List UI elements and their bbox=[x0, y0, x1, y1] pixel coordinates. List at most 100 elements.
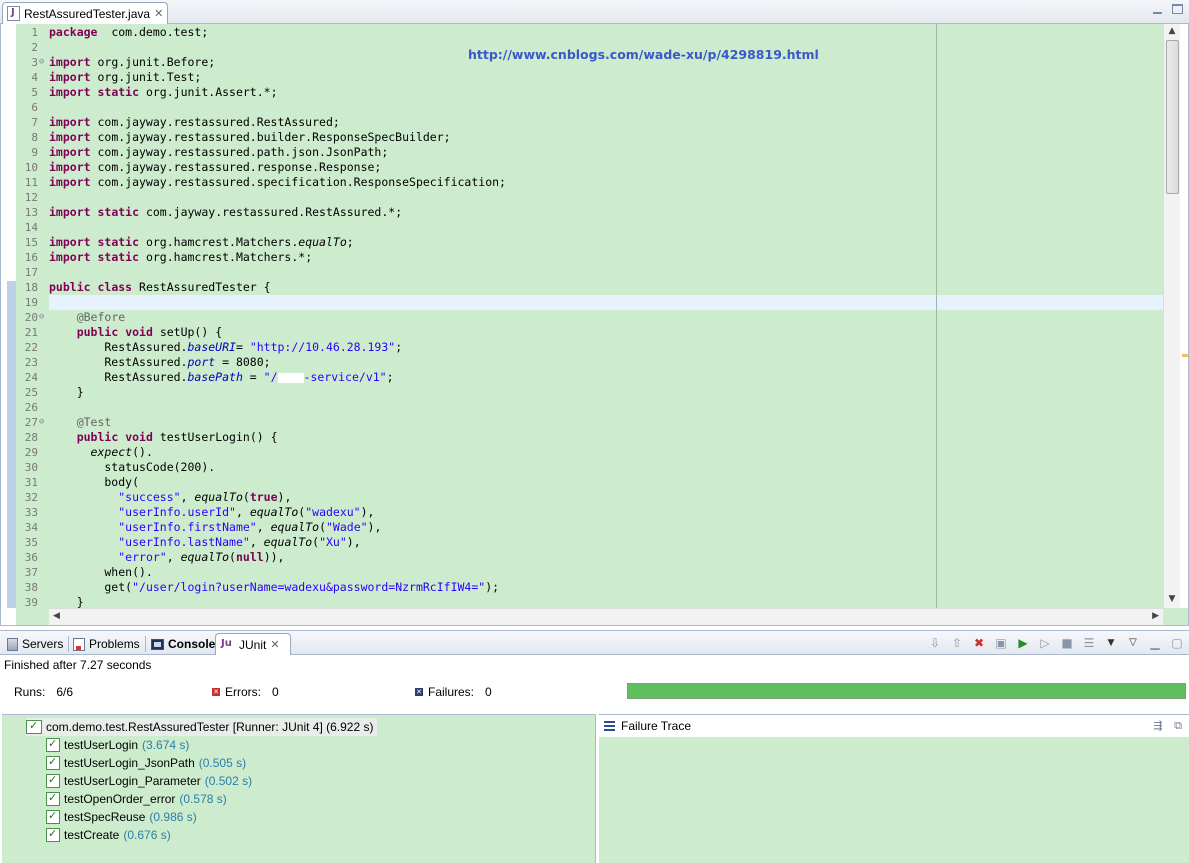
junit-progress-bar bbox=[627, 683, 1186, 699]
stack-trace-icon bbox=[604, 721, 615, 731]
rerun-test-icon[interactable]: ▶ bbox=[1015, 635, 1031, 651]
maximize-view-icon[interactable]: ▢ bbox=[1169, 635, 1185, 651]
test-case-item[interactable]: testSpecReuse(0.986 s) bbox=[46, 808, 197, 826]
code-token: import bbox=[49, 55, 91, 69]
code-line[interactable] bbox=[49, 190, 1163, 205]
code-line[interactable]: import static com.jayway.restassured.Res… bbox=[49, 205, 1163, 220]
code-line[interactable]: import com.jayway.restassured.response.R… bbox=[49, 160, 1163, 175]
tab-servers[interactable]: Servers bbox=[2, 633, 70, 655]
close-icon[interactable]: ✕ bbox=[154, 8, 163, 19]
dropdown-chevron-icon[interactable]: ▼ bbox=[1103, 635, 1119, 651]
scroll-down-icon[interactable]: ▼ bbox=[1166, 594, 1178, 606]
scroll-up-icon[interactable]: ▲ bbox=[1166, 26, 1178, 38]
code-token: statusCode(200). bbox=[49, 460, 216, 474]
scroll-lock-icon[interactable]: ▣ bbox=[993, 635, 1009, 651]
tab-console[interactable]: Console bbox=[146, 633, 220, 655]
minimize-view-icon[interactable]: ▁ bbox=[1147, 635, 1163, 651]
code-line[interactable]: statusCode(200). bbox=[49, 460, 1163, 475]
maximize-icon[interactable] bbox=[1172, 4, 1183, 14]
previous-failure-icon[interactable]: ⇧ bbox=[949, 635, 965, 651]
code-line[interactable]: package com.demo.test; bbox=[49, 25, 1163, 40]
code-line[interactable] bbox=[49, 100, 1163, 115]
code-line[interactable] bbox=[49, 220, 1163, 235]
line-number: 29 bbox=[24, 446, 38, 459]
tab-junit[interactable]: Ju JUnit ✕ bbox=[215, 633, 291, 655]
fold-toggle-icon[interactable]: ⊖ bbox=[39, 415, 44, 430]
code-line[interactable]: RestAssured.port = 8080; bbox=[49, 355, 1163, 370]
scroll-right-icon[interactable]: ▶ bbox=[1152, 611, 1159, 621]
code-token: com.jayway.restassured.RestAssured; bbox=[90, 115, 340, 129]
test-case-item[interactable]: testOpenOrder_error(0.578 s) bbox=[46, 790, 227, 808]
close-icon[interactable]: ✕ bbox=[270, 639, 279, 650]
tab-problems[interactable]: Problems bbox=[68, 633, 146, 655]
line-number: 7 bbox=[31, 116, 38, 129]
code-token: = 8080; bbox=[215, 355, 271, 369]
line-number: 33 bbox=[24, 506, 38, 519]
test-case-item[interactable]: testUserLogin(3.674 s) bbox=[46, 736, 189, 754]
code-line[interactable]: import com.jayway.restassured.path.json.… bbox=[49, 145, 1163, 160]
code-line[interactable]: RestAssured.basePath = "/ -service/v1"; bbox=[49, 370, 1163, 385]
fold-toggle-icon[interactable]: ⊖ bbox=[39, 55, 44, 70]
code-text-area[interactable]: } get("/user/login?userName=wadexu&passw… bbox=[49, 24, 1163, 609]
editor-horizontal-scrollbar[interactable]: ◀ ▶ bbox=[49, 608, 1163, 625]
view-menu-icon[interactable]: ▽ bbox=[1125, 635, 1141, 651]
compare-results-icon[interactable]: ⧉ bbox=[1171, 719, 1185, 733]
test-case-item[interactable]: testUserLogin_JsonPath(0.505 s) bbox=[46, 754, 246, 772]
code-line[interactable]: import static org.hamcrest.Matchers.*; bbox=[49, 250, 1163, 265]
code-token: when(). bbox=[49, 565, 153, 579]
test-case-item[interactable]: testUserLogin_Parameter(0.502 s) bbox=[46, 772, 252, 790]
test-tree[interactable]: com.demo.test.RestAssuredTester [Runner:… bbox=[2, 714, 596, 863]
fold-toggle-icon[interactable]: ⊖ bbox=[39, 310, 44, 325]
code-line[interactable]: "success", equalTo(true), bbox=[49, 490, 1163, 505]
code-line[interactable]: when(). bbox=[49, 565, 1163, 580]
code-token: equalTo bbox=[180, 550, 230, 564]
code-line[interactable]: import org.junit.Test; bbox=[49, 70, 1163, 85]
line-number: 13 bbox=[24, 206, 38, 219]
test-case-name: testSpecReuse bbox=[64, 810, 146, 824]
code-line[interactable]: body( bbox=[49, 475, 1163, 490]
code-line[interactable]: public class RestAssuredTester { bbox=[49, 280, 1163, 295]
code-line[interactable]: import com.jayway.restassured.builder.Re… bbox=[49, 130, 1163, 145]
code-line[interactable]: import static org.junit.Assert.*; bbox=[49, 85, 1163, 100]
overview-marker[interactable] bbox=[1182, 354, 1188, 357]
filter-stack-icon[interactable]: ⇶ bbox=[1151, 719, 1165, 733]
overlay-url-text[interactable]: http://www.cnblogs.com/wade-xu/p/4298819… bbox=[468, 47, 819, 62]
code-line[interactable]: get("/user/login?userName=wadexu&passwor… bbox=[49, 580, 1163, 595]
code-token: import bbox=[49, 145, 91, 159]
code-line[interactable]: import static org.hamcrest.Matchers.equa… bbox=[49, 235, 1163, 250]
rerun-failed-first-icon[interactable]: ▷ bbox=[1037, 635, 1053, 651]
test-case-item[interactable]: testCreate(0.676 s) bbox=[46, 826, 171, 844]
test-suite-root[interactable]: com.demo.test.RestAssuredTester [Runner:… bbox=[26, 718, 378, 736]
scroll-left-icon[interactable]: ◀ bbox=[53, 611, 60, 621]
show-failures-only-icon[interactable]: ✖ bbox=[971, 635, 987, 651]
code-line[interactable]: } bbox=[49, 385, 1163, 400]
code-line[interactable]: "userInfo.userId", equalTo("wadexu"), bbox=[49, 505, 1163, 520]
code-line[interactable]: import com.jayway.restassured.RestAssure… bbox=[49, 115, 1163, 130]
editor-vertical-scrollbar[interactable]: ▲ ▼ bbox=[1163, 24, 1180, 608]
editor-tab-restassuredtester[interactable]: RestAssuredTester.java ✕ bbox=[2, 2, 168, 24]
scroll-thumb[interactable] bbox=[1166, 40, 1179, 194]
code-line[interactable]: import com.jayway.restassured.specificat… bbox=[49, 175, 1163, 190]
code-line[interactable]: "error", equalTo(null)), bbox=[49, 550, 1163, 565]
code-line[interactable] bbox=[49, 265, 1163, 280]
code-token: org.junit.Assert.*; bbox=[139, 85, 278, 99]
code-line[interactable]: expect(). bbox=[49, 445, 1163, 460]
minimize-icon[interactable] bbox=[1152, 3, 1164, 15]
failure-trace-toolbar: ⇶ ⧉ bbox=[1151, 719, 1185, 733]
test-run-history-icon[interactable]: ☰ bbox=[1081, 635, 1097, 651]
code-line[interactable]: @Test bbox=[49, 415, 1163, 430]
code-line[interactable]: "userInfo.lastName", equalTo("Xu"), bbox=[49, 535, 1163, 550]
redacted-text bbox=[277, 372, 304, 383]
code-line[interactable]: public void setUp() { bbox=[49, 325, 1163, 340]
code-line[interactable]: public void testUserLogin() { bbox=[49, 430, 1163, 445]
code-editor[interactable]: 1 2 3 ⊖ 4 5 6 7 8 9 10 11 12 13 14 15 16 17 18 19 20 ⊖ 21 22 23 2… bbox=[0, 24, 1189, 626]
code-line[interactable]: @Before bbox=[49, 310, 1163, 325]
code-line[interactable] bbox=[49, 295, 1163, 310]
next-failure-icon[interactable]: ⇩ bbox=[927, 635, 943, 651]
code-line[interactable]: "userInfo.firstName", equalTo("Wade"), bbox=[49, 520, 1163, 535]
stop-icon[interactable]: ■ bbox=[1059, 635, 1075, 651]
code-line[interactable]: RestAssured.baseURI= "http://10.46.28.19… bbox=[49, 340, 1163, 355]
code-line[interactable] bbox=[49, 400, 1163, 415]
